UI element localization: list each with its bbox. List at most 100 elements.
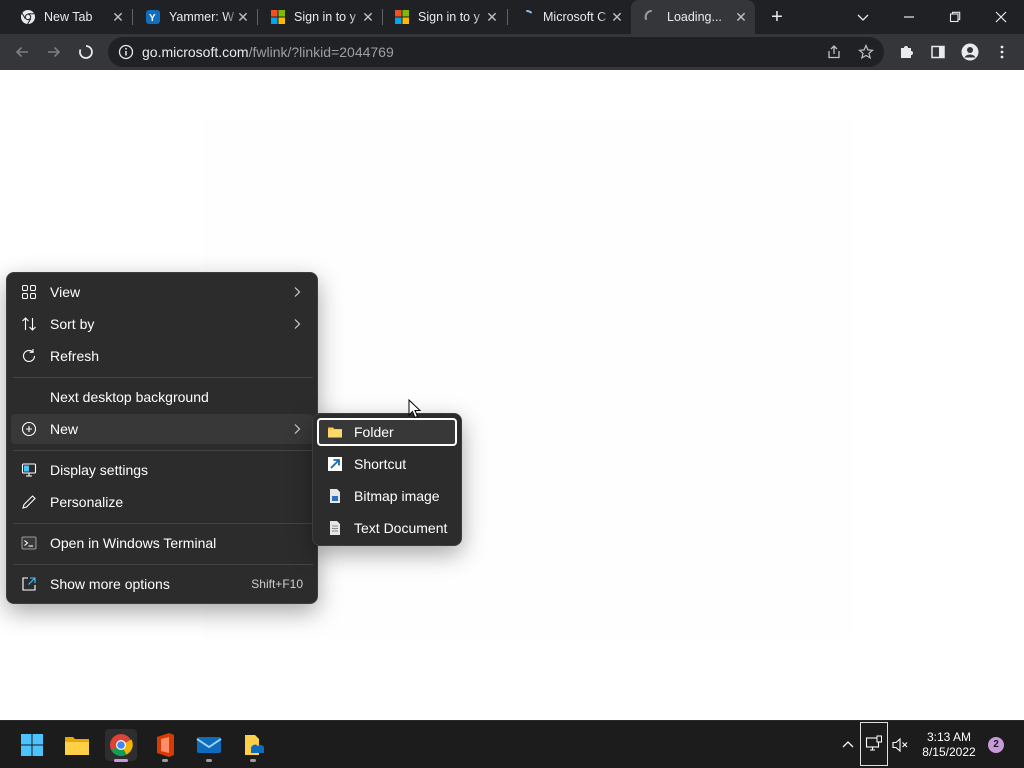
menu-item-open-terminal[interactable]: Open in Windows Terminal: [11, 528, 313, 558]
loading-spinner-icon: [644, 10, 652, 20]
menu-item-display-settings[interactable]: Display settings: [11, 455, 313, 485]
sort-icon: [22, 317, 36, 331]
tab-sign-in-2[interactable]: Sign in to y ✕: [382, 0, 506, 34]
shortcut-arrow-icon: [328, 457, 342, 471]
keyboard-shortcut: Shift+F10: [251, 577, 303, 591]
tab-microsoft[interactable]: Microsoft C ✕: [507, 0, 631, 34]
taskbar-chrome[interactable]: [105, 729, 137, 762]
url-host: go.microsoft.com: [142, 44, 249, 60]
taskbar-mail[interactable]: [193, 729, 225, 762]
minimize-button[interactable]: [886, 0, 932, 34]
url-text[interactable]: go.microsoft.com/fwlink/?linkid=2044769: [142, 44, 394, 60]
menu-item-label: Display settings: [50, 462, 149, 478]
terminal-icon: [21, 536, 37, 550]
svg-text:Y: Y: [149, 13, 156, 24]
restore-icon: [949, 11, 961, 23]
menu-item-sort-by[interactable]: Sort by: [11, 309, 313, 339]
close-window-button[interactable]: [978, 0, 1024, 34]
menu-item-label: Refresh: [50, 348, 100, 364]
taskbar-clock[interactable]: 3:13 AM 8/15/2022: [918, 730, 980, 760]
clock-time: 3:13 AM: [926, 730, 972, 744]
menu-item-label: View: [50, 284, 81, 300]
back-button[interactable]: [10, 40, 34, 64]
new-tab-button[interactable]: +: [766, 6, 788, 28]
info-icon[interactable]: [118, 44, 134, 60]
tab-loading-active[interactable]: Loading... ✕: [631, 0, 755, 34]
share-icon[interactable]: [826, 44, 842, 60]
taskbar-office[interactable]: [149, 729, 181, 762]
menu-item-refresh[interactable]: Refresh: [11, 341, 313, 371]
network-tray-button[interactable]: [860, 722, 888, 766]
submenu-item-folder[interactable]: Folder: [317, 418, 457, 446]
address-bar[interactable]: go.microsoft.com/fwlink/?linkid=2044769: [108, 37, 884, 67]
tab-sign-in-1[interactable]: Sign in to y ✕: [258, 0, 382, 34]
new-submenu: Folder Shortcut Bitmap image Text Docume…: [312, 413, 462, 546]
restore-button[interactable]: [932, 0, 978, 34]
close-tab-icon[interactable]: ✕: [609, 9, 625, 25]
office-icon: [157, 733, 174, 757]
microsoft-icon: [395, 10, 409, 24]
submenu-item-shortcut[interactable]: Shortcut: [317, 450, 457, 478]
yammer-icon: Y: [146, 10, 160, 24]
star-bookmark-icon[interactable]: [858, 44, 874, 60]
loading-spinner-icon: [79, 45, 93, 59]
menu-button[interactable]: [990, 40, 1014, 64]
submenu-item-text-document[interactable]: Text Document: [317, 514, 457, 542]
microsoft-icon: [271, 10, 285, 24]
menu-item-label: New: [50, 421, 79, 437]
close-tab-icon[interactable]: ✕: [110, 9, 126, 25]
chevron-right-icon: [294, 287, 301, 297]
tab-title: Sign in to y: [418, 10, 480, 24]
volume-tray-button[interactable]: [890, 721, 910, 768]
tab-title: New Tab: [44, 10, 93, 24]
close-icon: [995, 11, 1007, 23]
refresh-icon: [22, 349, 36, 362]
volume-muted-icon: [892, 737, 908, 753]
submenu-item-bitmap-image[interactable]: Bitmap image: [317, 482, 457, 510]
menu-item-show-more-options[interactable]: Show more options Shift+F10: [11, 569, 313, 599]
start-button[interactable]: [16, 729, 48, 761]
menu-item-label: Sort by: [50, 316, 95, 332]
plus-circle-icon: [21, 421, 37, 437]
tab-search-button[interactable]: [840, 0, 886, 34]
taskbar-onedrive-folder[interactable]: [237, 729, 269, 762]
forward-button[interactable]: [42, 40, 66, 64]
taskbar-file-explorer[interactable]: [61, 729, 93, 761]
tab-yammer[interactable]: Y Yammer: W ✕: [133, 0, 257, 34]
stop-loading-button[interactable]: [74, 40, 98, 64]
menu-item-view[interactable]: View: [11, 277, 313, 307]
notification-badge[interactable]: 2: [988, 737, 1004, 753]
close-tab-icon[interactable]: ✕: [733, 9, 749, 25]
clock-date: 8/15/2022: [922, 745, 976, 759]
tab-title: Sign in to y: [294, 10, 356, 24]
menu-separator: [13, 564, 313, 565]
menu-item-next-desktop-background[interactable]: Next desktop background: [11, 382, 313, 412]
menu-item-new[interactable]: New: [11, 414, 313, 444]
chevron-right-icon: [294, 319, 301, 329]
windows-start-icon: [21, 734, 43, 756]
menu-item-label: Next desktop background: [50, 389, 209, 405]
submenu-item-label: Text Document: [354, 520, 448, 536]
menu-separator: [13, 450, 313, 451]
close-tab-icon[interactable]: ✕: [235, 9, 251, 25]
close-tab-icon[interactable]: ✕: [360, 9, 376, 25]
show-hidden-icons-button[interactable]: [838, 721, 858, 768]
side-panel-button[interactable]: [926, 40, 950, 64]
mouse-cursor-icon: [408, 399, 422, 419]
chrome-icon: [110, 734, 133, 756]
kebab-menu-icon: [1000, 45, 1004, 59]
loading-spinner-icon: [526, 9, 532, 14]
grid-view-icon: [22, 285, 36, 299]
close-tab-icon[interactable]: ✕: [484, 9, 500, 25]
browser-tab-strip: New Tab ✕ Y Yammer: W ✕ Sign in to y ✕ S…: [0, 0, 1024, 34]
chevron-down-icon: [857, 14, 869, 21]
minimize-icon: [904, 16, 914, 18]
tab-new-tab[interactable]: New Tab ✕: [8, 0, 132, 34]
tab-title: Microsoft C: [543, 10, 607, 24]
chrome-icon: [21, 10, 35, 25]
extensions-button[interactable]: [894, 40, 918, 64]
menu-item-personalize[interactable]: Personalize: [11, 487, 313, 517]
running-indicator: [250, 759, 256, 762]
folder-icon: [328, 427, 342, 438]
profile-button[interactable]: [958, 40, 982, 64]
